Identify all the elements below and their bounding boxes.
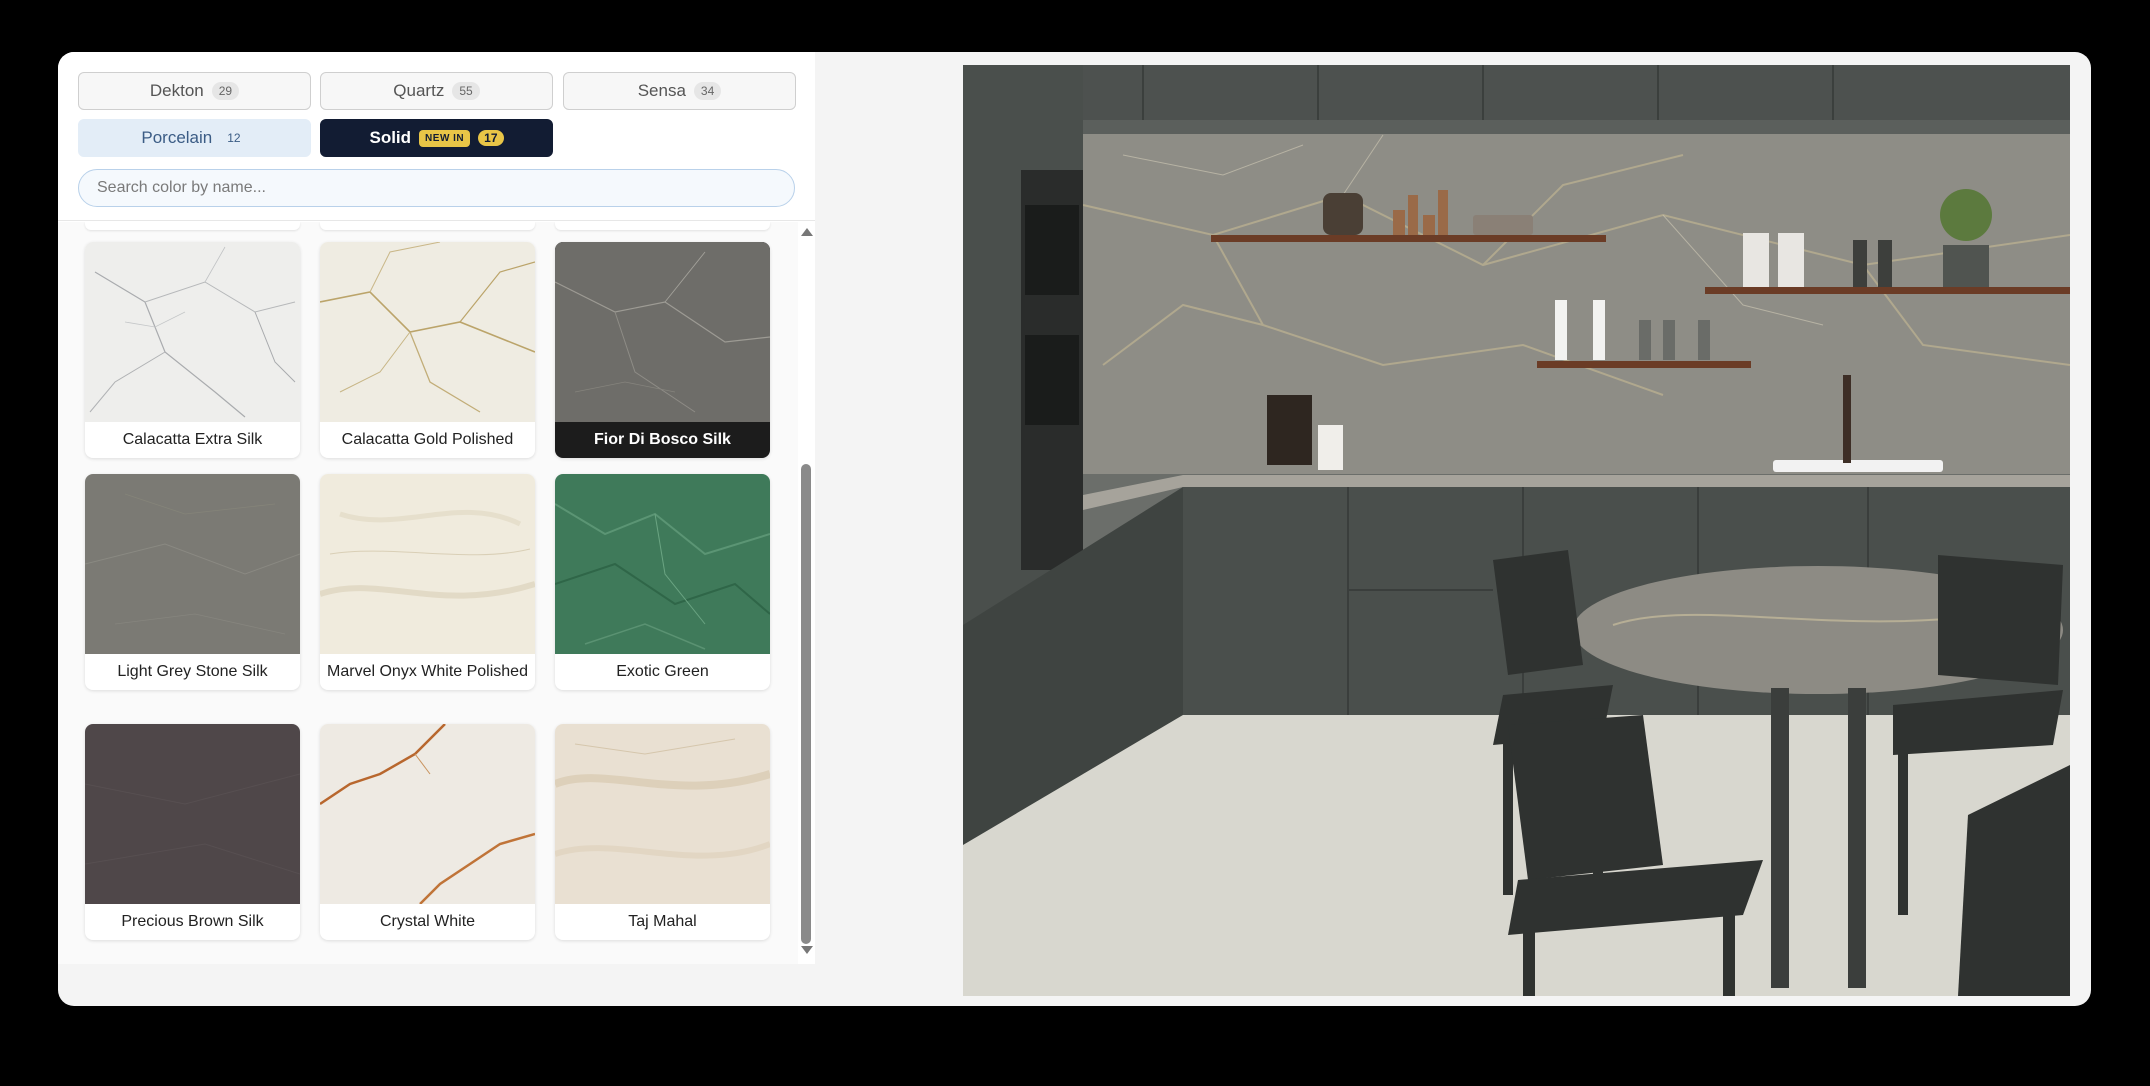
card-edge <box>320 222 535 230</box>
color-selector-panel: Dekton 29 Quartz 55 Sensa 34 Porcelain 1… <box>58 52 815 964</box>
tab-sensa[interactable]: Sensa 34 <box>563 72 796 110</box>
tab-label: Porcelain <box>141 128 213 147</box>
kitchen-preview <box>963 65 2070 996</box>
app-window: Dekton 29 Quartz 55 Sensa 34 Porcelain 1… <box>58 52 2091 1006</box>
tab-count: 17 <box>478 130 504 146</box>
swatch-image <box>555 242 770 422</box>
swatch-image <box>320 474 535 654</box>
color-name: Light Grey Stone Silk <box>117 663 268 680</box>
tab-porcelain[interactable]: Porcelain 12 <box>78 119 311 157</box>
swatch-image <box>85 242 300 422</box>
color-card-marvel-onyx-white-polished[interactable]: Marvel Onyx White Polished <box>320 474 535 690</box>
color-card-calacatta-extra-silk[interactable]: Calacatta Extra Silk <box>85 242 300 458</box>
divider <box>58 220 815 221</box>
color-grid: Calacatta Extra Silk Calacatta Gold Poli… <box>58 222 798 964</box>
color-card-crystal-white[interactable]: Crystal White <box>320 724 535 940</box>
tab-label: Dekton <box>149 81 204 100</box>
card-edge <box>85 222 300 230</box>
tab-label: Solid <box>369 128 412 147</box>
tab-solid[interactable]: Solid NEW IN 17 <box>320 119 553 157</box>
scroll-thumb[interactable] <box>801 464 811 944</box>
color-card-fior-di-bosco-silk[interactable]: Fior Di Bosco Silk <box>555 242 770 458</box>
tab-count: 34 <box>693 82 722 100</box>
color-name: Calacatta Gold Polished <box>341 431 514 448</box>
swatch-image <box>320 242 535 422</box>
swatch-image <box>85 474 300 654</box>
scrollbar[interactable] <box>799 222 813 964</box>
tab-quartz[interactable]: Quartz 55 <box>320 72 553 110</box>
tab-count: 55 <box>452 82 480 100</box>
color-name: Taj Mahal <box>628 913 697 930</box>
color-name: Marvel Onyx White Polished <box>327 663 528 680</box>
tab-label: Quartz <box>393 81 445 100</box>
swatch-image <box>85 724 300 904</box>
color-card-taj-mahal[interactable]: Taj Mahal <box>555 724 770 940</box>
tab-dekton[interactable]: Dekton 29 <box>78 72 311 110</box>
swatch-image <box>320 724 535 904</box>
tab-label: Sensa <box>637 81 686 100</box>
color-name: Exotic Green <box>616 663 709 680</box>
scroll-up-icon[interactable] <box>801 228 813 236</box>
card-edge <box>555 222 770 230</box>
swatch-image <box>555 474 770 654</box>
color-card-exotic-green[interactable]: Exotic Green <box>555 474 770 690</box>
color-name: Crystal White <box>379 913 476 930</box>
color-card-precious-brown-silk[interactable]: Precious Brown Silk <box>85 724 300 940</box>
swatch-image <box>555 724 770 904</box>
color-name: Calacatta Extra Silk <box>122 431 263 448</box>
color-name: Fior Di Bosco Silk <box>594 431 731 448</box>
kitchen-preview-image <box>963 65 2070 996</box>
scroll-down-icon[interactable] <box>801 946 813 954</box>
color-card-calacatta-gold-polished[interactable]: Calacatta Gold Polished <box>320 242 535 458</box>
color-card-light-grey-stone-silk[interactable]: Light Grey Stone Silk <box>85 474 300 690</box>
new-in-badge: NEW IN <box>419 129 471 147</box>
search-input[interactable] <box>78 169 795 207</box>
color-name: Precious Brown Silk <box>121 913 264 930</box>
tab-count: 29 <box>211 82 240 100</box>
tab-count: 12 <box>227 131 241 145</box>
